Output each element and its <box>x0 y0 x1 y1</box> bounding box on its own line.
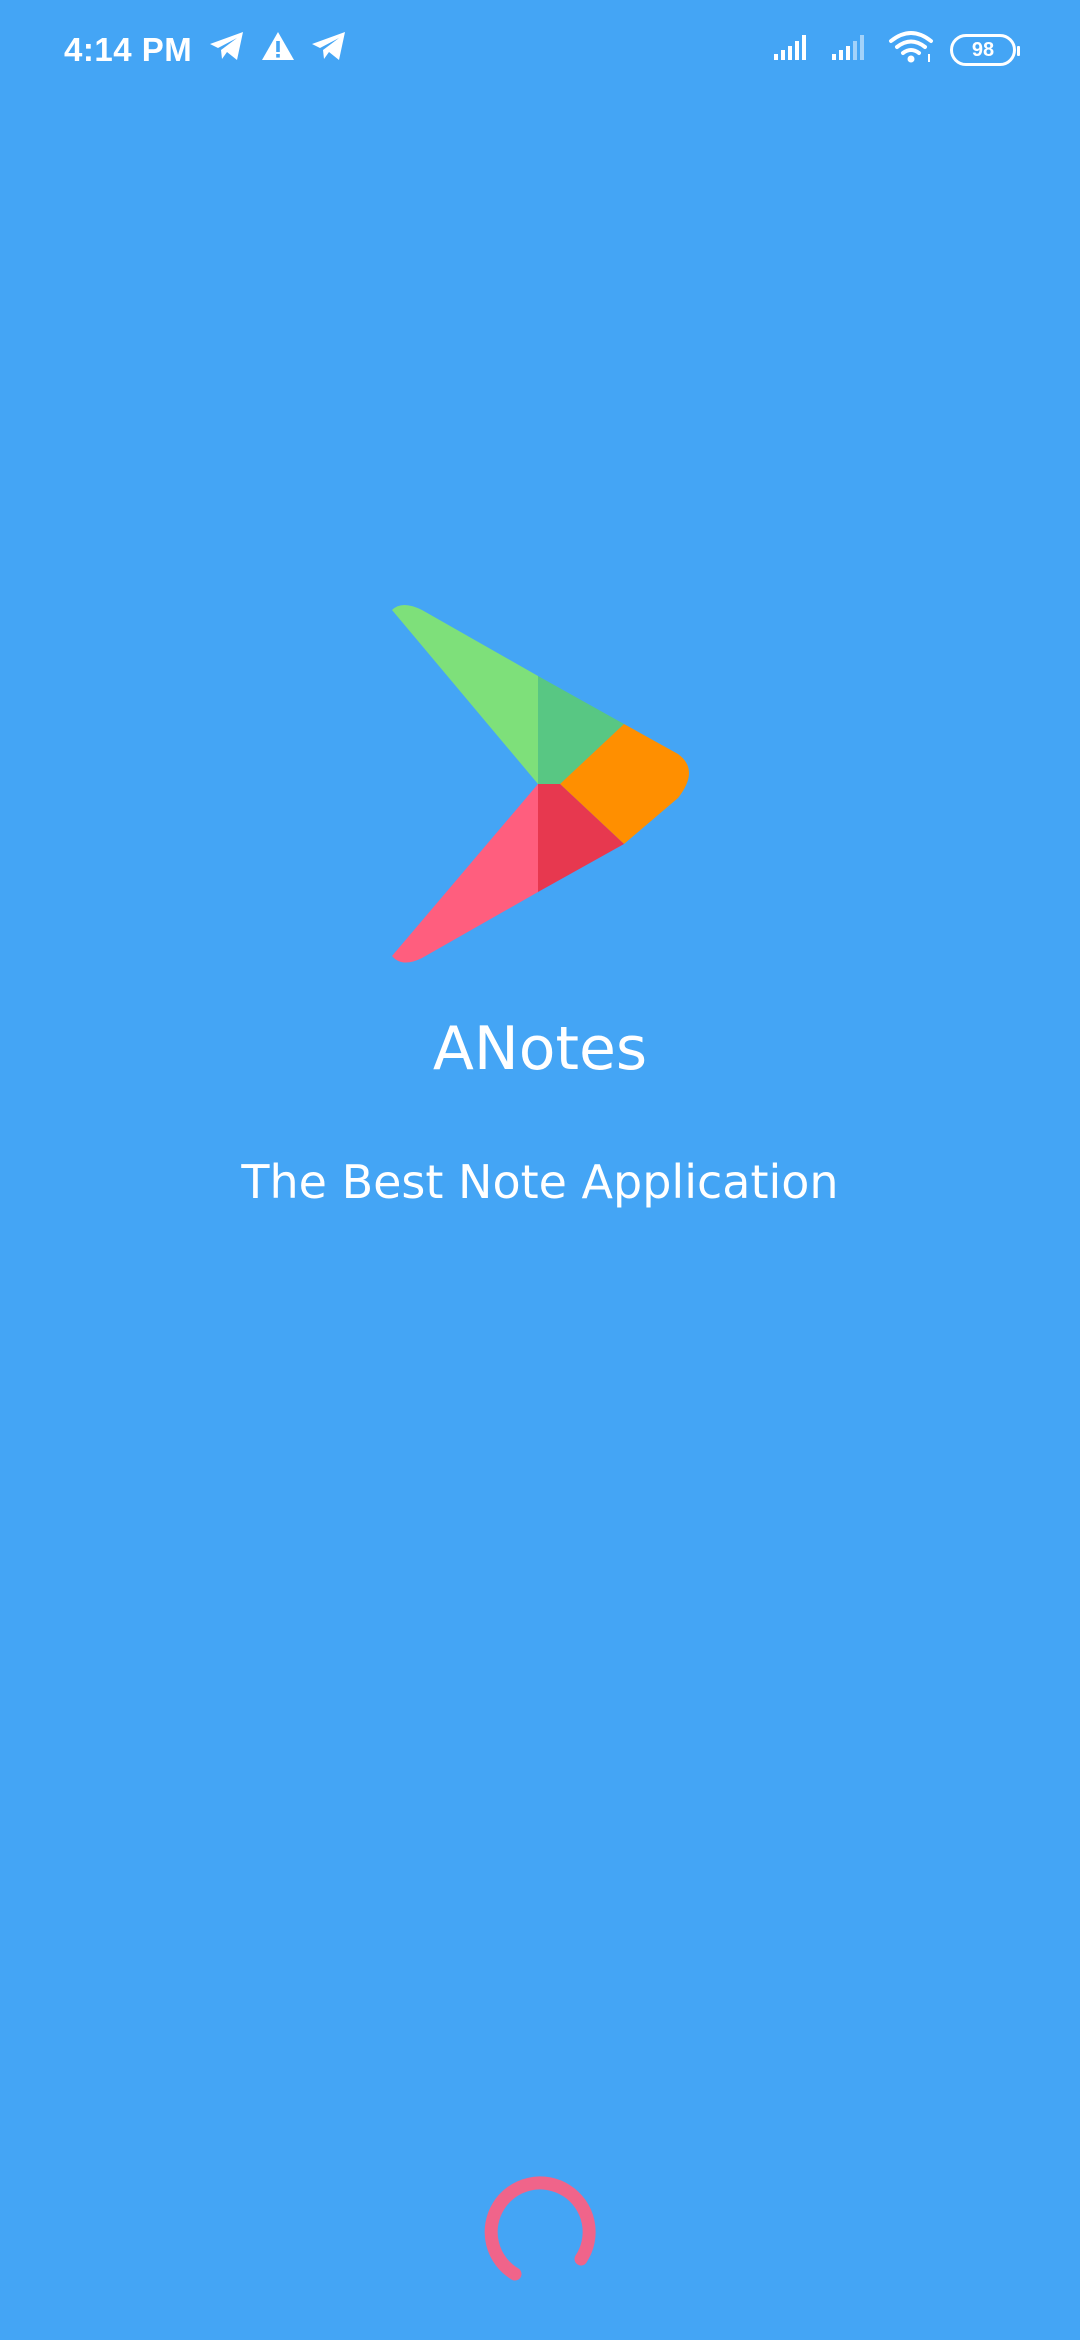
loading-spinner-icon <box>484 2176 596 2281</box>
signal-icon <box>830 32 872 67</box>
notification-icons <box>208 30 348 62</box>
wifi-icon <box>888 30 934 69</box>
app-tagline: The Best Note Application <box>241 1155 839 1209</box>
battery-icon: 98 <box>950 33 1020 66</box>
telegram-icon <box>208 30 246 62</box>
play-triangle-logo-icon <box>392 605 689 963</box>
signal-icon <box>772 32 814 67</box>
telegram-icon <box>310 30 348 62</box>
status-right-icons: 98 <box>772 30 1020 69</box>
warning-icon <box>260 30 296 62</box>
status-time: 4:14 PM <box>64 31 193 68</box>
status-bar: 4:14 PM 98 <box>0 0 1080 100</box>
splash-screen: 4:14 PM 98 ANotes The Best Note Applicat… <box>0 0 1080 2340</box>
app-title: ANotes <box>432 1014 648 1084</box>
battery-level: 98 <box>971 38 995 61</box>
